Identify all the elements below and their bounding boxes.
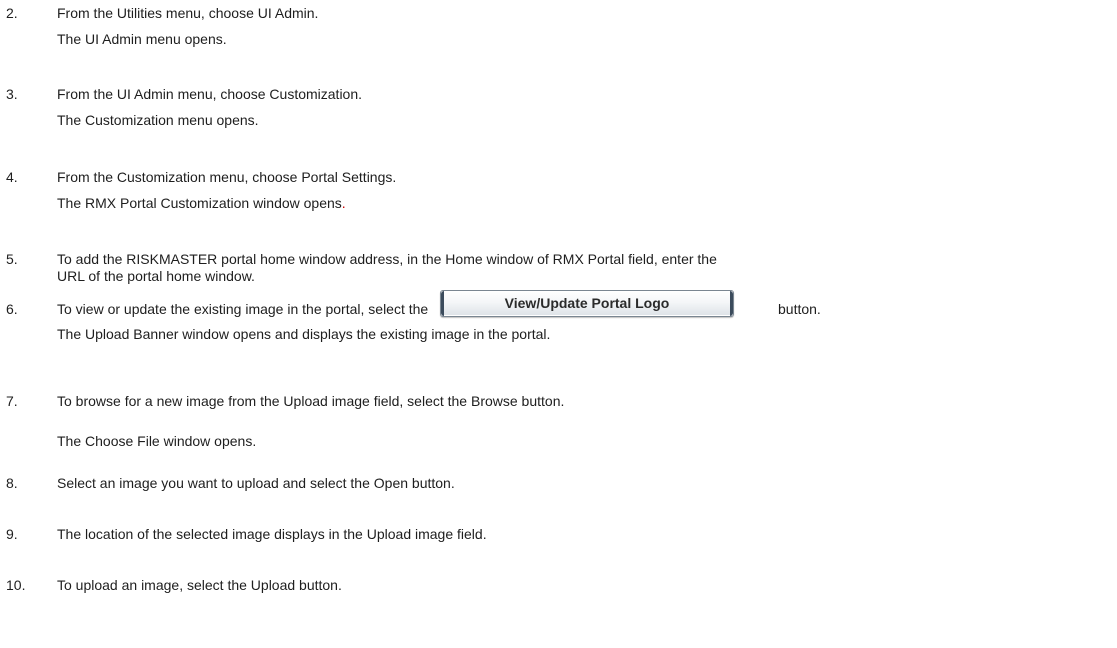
step-result: The UI Admin menu opens.: [57, 31, 227, 47]
step-result: The Choose File window opens.: [57, 433, 257, 449]
step-instruction-end: button.: [778, 301, 821, 317]
step-result: The Upload Banner window opens and displ…: [57, 326, 551, 342]
step-instruction: Select an image you want to upload and s…: [57, 475, 455, 491]
step-number: 3.: [6, 86, 18, 102]
step-instruction: To view or update the existing image in …: [57, 301, 429, 317]
step-instruction: The location of the selected image displ…: [57, 526, 487, 542]
step-instruction-continued: URL of the portal home window.: [57, 268, 255, 284]
step-instruction: From the Customization menu, choose Port…: [57, 169, 397, 185]
step-instruction: To browse for a new image from the Uploa…: [57, 393, 565, 409]
step-number: 6.: [6, 301, 18, 317]
view-update-portal-logo-button[interactable]: View/Update Portal Logo: [440, 290, 734, 317]
step-instruction: From the Utilities menu, choose UI Admin…: [57, 5, 319, 21]
step-instruction: To upload an image, select the Upload bu…: [57, 577, 342, 593]
step-number: 9.: [6, 526, 18, 542]
step-result-text: The RMX Portal Customization window open…: [57, 195, 342, 211]
step-result-period: .: [341, 195, 346, 211]
step-number: 10.: [6, 577, 26, 593]
step-number: 8.: [6, 475, 18, 491]
step-number: 2.: [6, 5, 18, 21]
step-number: 5.: [6, 251, 18, 267]
step-result: The RMX Portal Customization window open…: [57, 194, 346, 213]
step-instruction: From the UI Admin menu, choose Customiza…: [57, 86, 363, 102]
step-result: The Customization menu opens.: [57, 112, 259, 128]
step-number: 4.: [6, 169, 18, 185]
step-number: 7.: [6, 393, 18, 409]
